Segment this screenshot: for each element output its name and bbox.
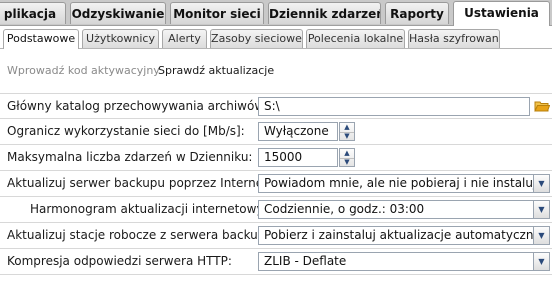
setting-row-workstation-update: Aktualizuj stacje robocze z serwera back… — [0, 223, 552, 249]
max-events-label: Maksymalna liczba zdarzeń w Dzienniku: — [7, 150, 253, 164]
tab-aplikacja[interactable]: plikacja — [0, 2, 66, 24]
setting-row-http-compression: Kompresja odpowiedzi serwera HTTP: ZLIB … — [0, 249, 552, 275]
tab-dziennik-zdarzen[interactable]: Dziennik zdarzeń — [268, 2, 381, 24]
tab-monitor-sieci[interactable]: Monitor sieci — [170, 2, 264, 24]
check-updates-link[interactable]: Sprawdź aktualizacje — [158, 64, 274, 77]
max-events-stepper[interactable]: ▲ ▼ — [339, 148, 355, 167]
setting-row-update-schedule: Harmonogram aktualizacji internetowych: … — [0, 197, 552, 223]
subtab-zasoby-sieciowe[interactable]: Zasoby sieciowe — [210, 29, 303, 48]
network-limit-stepper[interactable]: ▲ ▼ — [339, 122, 355, 141]
http-compression-select[interactable]: ZLIB - Deflate ▼ — [258, 252, 550, 271]
workstation-update-label: Aktualizuj stacje robocze z serwera back… — [7, 228, 278, 242]
update-schedule-value: Codziennie, o godz.: 03:00 — [264, 202, 425, 216]
chevron-down-icon[interactable]: ▼ — [533, 227, 549, 244]
setting-row-server-update: Aktualizuj serwer backupu poprzez Intern… — [0, 171, 552, 197]
network-limit-input[interactable]: Wyłączone — [258, 122, 338, 141]
archive-dir-input[interactable]: S:\ — [258, 97, 530, 116]
server-update-label: Aktualizuj serwer backupu poprzez Intern… — [7, 176, 272, 190]
subtab-uzytkownicy[interactable]: Użytkownicy — [82, 29, 159, 48]
setting-row-max-events: Maksymalna liczba zdarzeń w Dzienniku: 1… — [0, 145, 552, 171]
tab-odzyskiwanie[interactable]: Odzyskiwanie — [70, 2, 166, 24]
main-tab-bar: plikacja Odzyskiwanie Monitor sieci Dzie… — [0, 0, 552, 26]
sub-tab-bar: Podstawowe Użytkownicy Alerty Zasoby sie… — [0, 26, 552, 49]
update-schedule-label: Harmonogram aktualizacji internetowych: — [30, 202, 282, 216]
subtab-hasla-szyfrowania[interactable]: Hasła szyfrowania — [408, 29, 500, 48]
setting-row-archive-dir: Główny katalog przechowywania archiwów: … — [0, 93, 552, 119]
http-compression-value: ZLIB - Deflate — [264, 254, 347, 268]
folder-open-icon[interactable] — [534, 98, 551, 114]
chevron-down-icon[interactable]: ▼ — [533, 253, 549, 270]
archive-dir-label: Główny katalog przechowywania archiwów: — [7, 99, 268, 113]
max-events-input[interactable]: 15000 — [258, 148, 338, 167]
subtab-podstawowe[interactable]: Podstawowe — [3, 29, 79, 49]
network-limit-label: Ogranicz wykorzystanie sieci do [Mb/s]: — [7, 124, 245, 138]
server-update-value: Powiadom mnie, ale nie pobieraj i nie in… — [264, 176, 550, 190]
tab-ustawienia[interactable]: Ustawienia — [453, 1, 550, 26]
chevron-down-icon[interactable]: ▼ — [533, 175, 549, 192]
spin-down-icon[interactable]: ▼ — [340, 158, 354, 167]
action-bar: Wprowadź kod aktywacyjny Sprawdź aktuali… — [0, 49, 552, 92]
activate-code-link[interactable]: Wprowadź kod aktywacyjny — [7, 64, 160, 77]
subtab-alerty[interactable]: Alerty — [162, 29, 207, 48]
chevron-down-icon[interactable]: ▼ — [533, 201, 549, 218]
workstation-update-select[interactable]: Pobierz i zainstaluj aktualizacje automa… — [258, 226, 550, 245]
setting-row-network-limit: Ogranicz wykorzystanie sieci do [Mb/s]: … — [0, 119, 552, 145]
subtab-polecenia-lokalne[interactable]: Polecenia lokalne — [306, 29, 405, 48]
http-compression-label: Kompresja odpowiedzi serwera HTTP: — [7, 254, 232, 268]
server-update-select[interactable]: Powiadom mnie, ale nie pobieraj i nie in… — [258, 174, 550, 193]
tab-raporty[interactable]: Raporty — [385, 2, 449, 24]
workstation-update-value: Pobierz i zainstaluj aktualizacje automa… — [264, 228, 545, 242]
spin-down-icon[interactable]: ▼ — [340, 132, 354, 141]
update-schedule-select[interactable]: Codziennie, o godz.: 03:00 ▼ — [258, 200, 550, 219]
